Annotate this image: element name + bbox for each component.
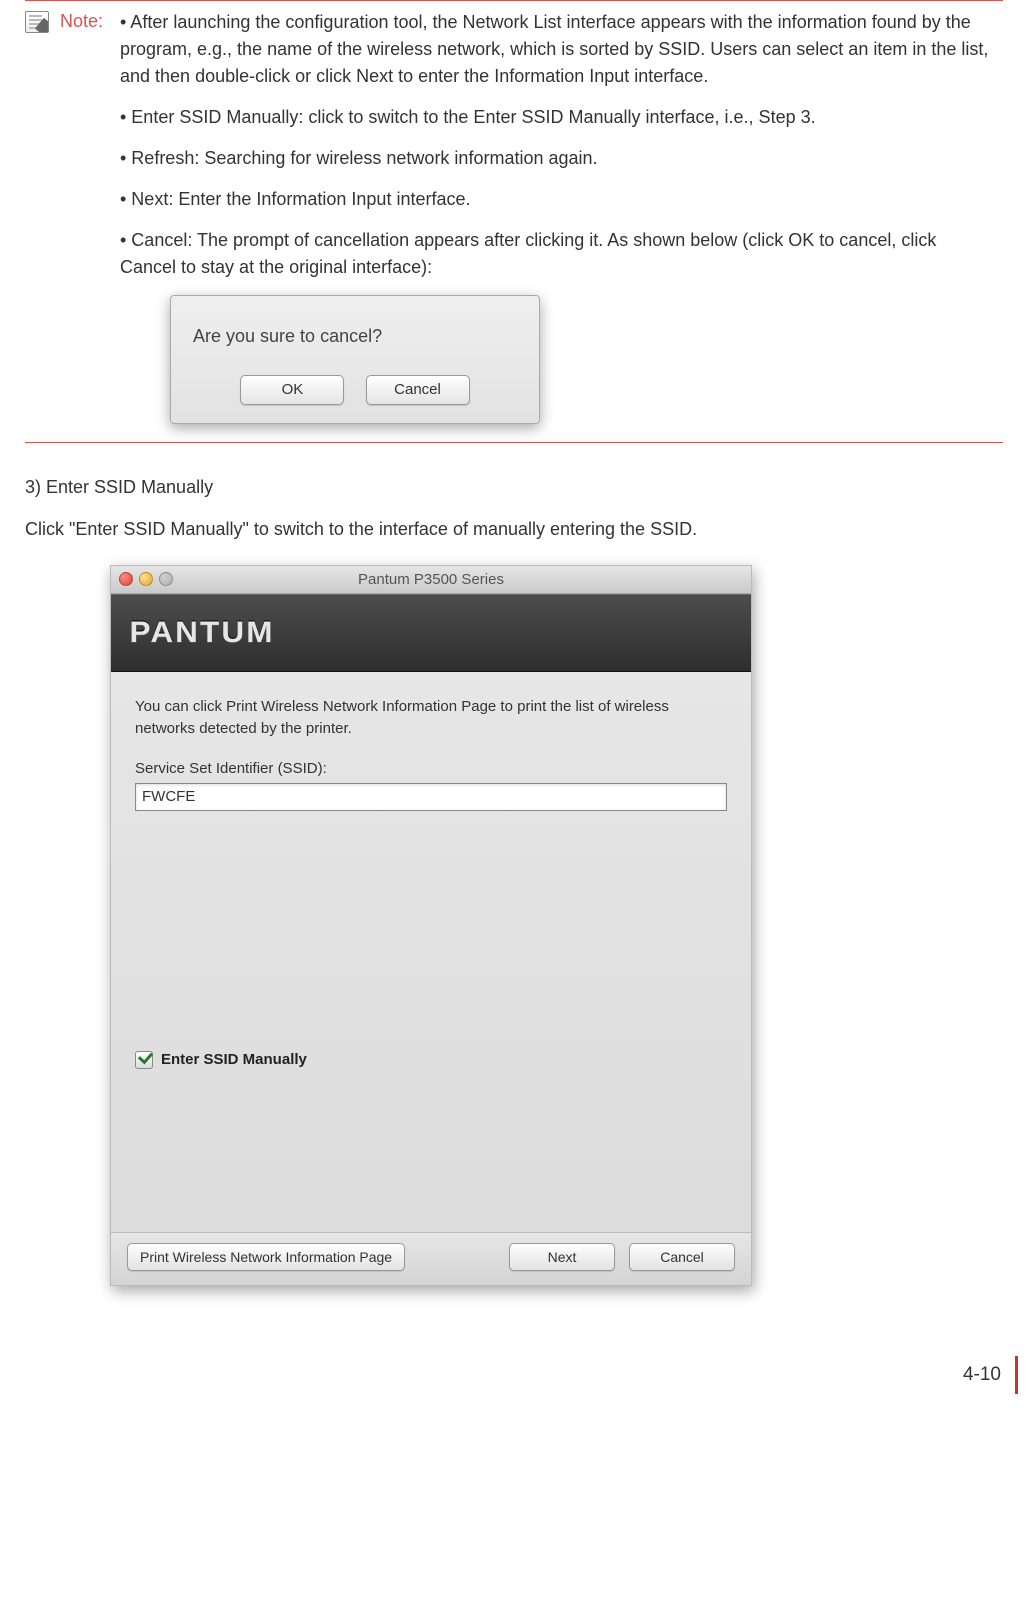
enter-ssid-manually-label: Enter SSID Manually xyxy=(161,1051,307,1068)
cancel-button-window[interactable]: Cancel xyxy=(629,1243,735,1271)
note-bullet: • Refresh: Searching for wireless networ… xyxy=(120,145,993,172)
close-icon[interactable] xyxy=(119,572,133,586)
note-block: Note: • After launching the configuratio… xyxy=(25,1,1003,442)
button-bar: Print Wireless Network Information Page … xyxy=(111,1232,751,1285)
note-bullet: • After launching the configuration tool… xyxy=(120,9,993,90)
next-button[interactable]: Next xyxy=(509,1243,615,1271)
section-description: Click "Enter SSID Manually" to switch to… xyxy=(25,516,1003,543)
print-info-page-button[interactable]: Print Wireless Network Information Page xyxy=(127,1243,405,1271)
note-icon xyxy=(25,11,49,33)
section-heading: 3) Enter SSID Manually xyxy=(25,477,1003,498)
note-label: Note: xyxy=(60,9,120,428)
titlebar: Pantum P3500 Series xyxy=(111,566,751,594)
minimize-icon[interactable] xyxy=(139,572,153,586)
brand-logo: PANTUM xyxy=(130,616,275,650)
ssid-input[interactable] xyxy=(135,783,727,811)
zoom-icon[interactable] xyxy=(159,572,173,586)
window-title: Pantum P3500 Series xyxy=(111,571,751,588)
ok-button[interactable]: OK xyxy=(240,375,344,405)
enter-ssid-manually-checkbox[interactable] xyxy=(135,1051,153,1069)
ssid-field-label: Service Set Identifier (SSID): xyxy=(135,760,727,777)
ssid-window: Pantum P3500 Series PANTUM You can click… xyxy=(110,565,752,1286)
divider-bottom xyxy=(25,442,1003,443)
instructions-text: You can click Print Wireless Network Inf… xyxy=(135,696,727,740)
note-bullet: • Cancel: The prompt of cancellation app… xyxy=(120,227,993,281)
confirm-message: Are you sure to cancel? xyxy=(171,296,539,359)
cancel-button[interactable]: Cancel xyxy=(366,375,470,405)
page-number: 4-10 xyxy=(928,1356,1018,1394)
confirm-dialog: Are you sure to cancel? OK Cancel xyxy=(170,295,540,424)
note-bullet: • Enter SSID Manually: click to switch t… xyxy=(120,104,993,131)
brand-bar: PANTUM xyxy=(111,594,751,672)
note-bullet: • Next: Enter the Information Input inte… xyxy=(120,186,993,213)
